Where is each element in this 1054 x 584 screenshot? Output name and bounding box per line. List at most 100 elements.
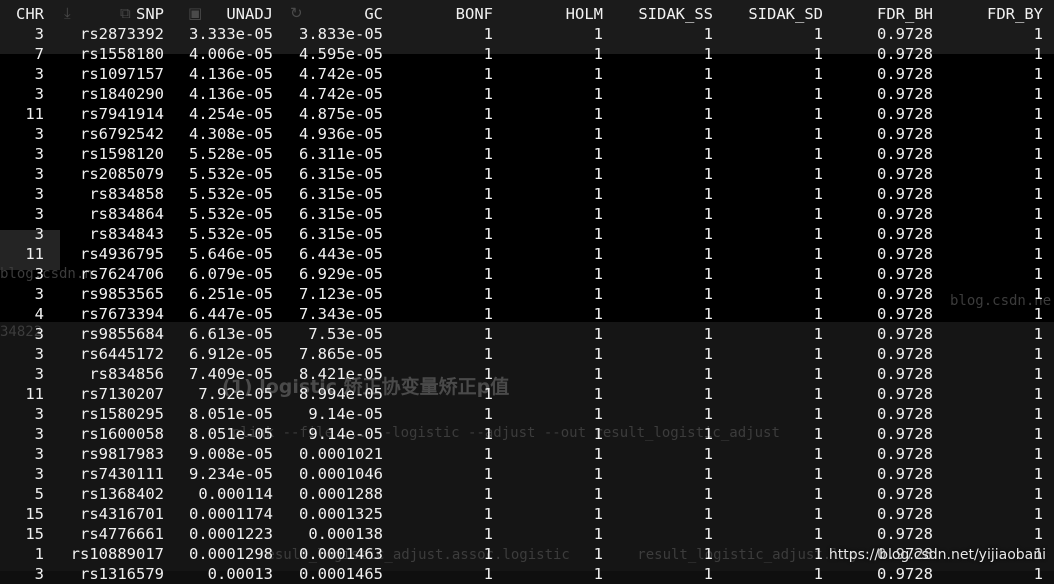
cell-fdr-by: 1 xyxy=(1033,65,1043,83)
cell-holm: 1 xyxy=(593,305,603,323)
cell-sidak-sd: 1 xyxy=(813,565,823,583)
cell-chr: 11 xyxy=(25,245,44,263)
cell-unadj: 5.532e-05 xyxy=(189,185,273,203)
table-row: 3 rs1580295 8.051e-05 9.14e-05 1 1 1 1 0.9728 1 xyxy=(0,404,1054,424)
cell-sidak-ss: 1 xyxy=(703,125,713,143)
cell-sidak-ss: 1 xyxy=(703,485,713,503)
cell-sidak-ss: 1 xyxy=(703,185,713,203)
cell-unadj: 4.136e-05 xyxy=(189,65,273,83)
cell-unadj: 6.912e-05 xyxy=(189,345,273,363)
cell-holm: 1 xyxy=(593,465,603,483)
cell-sidak-ss: 1 xyxy=(703,205,713,223)
cell-unadj: 0.000114 xyxy=(198,485,273,503)
table-row: 11 rs4936795 5.646e-05 6.443e-05 1 1 1 1 0.9728 1 xyxy=(0,244,1054,264)
cell-holm: 1 xyxy=(593,545,603,563)
cell-fdr-bh: 0.9728 xyxy=(877,225,933,243)
cell-holm: 1 xyxy=(593,505,603,523)
cell-unadj: 8.051e-05 xyxy=(189,425,273,443)
cell-unadj: 8.051e-05 xyxy=(189,405,273,423)
cell-sidak-ss: 1 xyxy=(703,65,713,83)
cell-sidak-ss: 1 xyxy=(703,545,713,563)
cell-chr: 3 xyxy=(34,445,44,463)
cell-fdr-bh: 0.9728 xyxy=(877,565,933,583)
cell-sidak-sd: 1 xyxy=(813,165,823,183)
cell-fdr-by: 1 xyxy=(1033,565,1043,583)
cell-gc: 4.936e-05 xyxy=(299,125,383,143)
cell-fdr-bh: 0.9728 xyxy=(877,245,933,263)
cell-unadj: 6.613e-05 xyxy=(189,325,273,343)
cell-holm: 1 xyxy=(593,225,603,243)
table-row: 3 rs834843 5.532e-05 6.315e-05 1 1 1 1 0.9728 1 xyxy=(0,224,1054,244)
cell-bonf: 1 xyxy=(483,65,493,83)
cell-fdr-by: 1 xyxy=(1033,205,1043,223)
cell-sidak-sd: 1 xyxy=(813,445,823,463)
cell-fdr-by: 1 xyxy=(1033,105,1043,123)
cell-fdr-bh: 0.9728 xyxy=(877,485,933,503)
cell-fdr-bh: 0.9728 xyxy=(877,445,933,463)
cell-chr: 3 xyxy=(34,345,44,363)
cell-bonf: 1 xyxy=(483,45,493,63)
cell-holm: 1 xyxy=(593,565,603,583)
cell-fdr-bh: 0.9728 xyxy=(877,405,933,423)
cell-holm: 1 xyxy=(593,105,603,123)
cell-sidak-ss: 1 xyxy=(703,445,713,463)
table-header: CHR SNP UNADJ GC BONF HOLM SIDAK_SS SIDA… xyxy=(0,4,1054,24)
cell-sidak-ss: 1 xyxy=(703,405,713,423)
cell-sidak-sd: 1 xyxy=(813,405,823,423)
cell-chr: 3 xyxy=(34,325,44,343)
terminal-output[interactable]: CHR SNP UNADJ GC BONF HOLM SIDAK_SS SIDA… xyxy=(0,4,1054,584)
cell-gc: 9.14e-05 xyxy=(308,405,383,423)
cell-chr: 3 xyxy=(34,125,44,143)
cell-bonf: 1 xyxy=(483,245,493,263)
table-row: 3 rs1316579 0.00013 0.0001465 1 1 1 1 0.9728 1 xyxy=(0,564,1054,584)
cell-gc: 0.0001288 xyxy=(299,485,383,503)
cell-holm: 1 xyxy=(593,365,603,383)
cell-snp: rs1580295 xyxy=(80,405,164,423)
cell-chr: 3 xyxy=(34,285,44,303)
cell-fdr-bh: 0.9728 xyxy=(877,145,933,163)
cell-fdr-bh: 0.9728 xyxy=(877,325,933,343)
table-row: 3 rs834858 5.532e-05 6.315e-05 1 1 1 1 0.9728 1 xyxy=(0,184,1054,204)
cell-fdr-bh: 0.9728 xyxy=(877,165,933,183)
cell-gc: 0.0001463 xyxy=(299,545,383,563)
cell-snp: rs10889017 xyxy=(70,545,164,563)
cell-fdr-by: 1 xyxy=(1033,305,1043,323)
cell-sidak-sd: 1 xyxy=(813,85,823,103)
cell-fdr-bh: 0.9728 xyxy=(877,465,933,483)
cell-gc: 4.875e-05 xyxy=(299,105,383,123)
cell-bonf: 1 xyxy=(483,125,493,143)
cell-snp: rs1316579 xyxy=(80,565,164,583)
cell-snp: rs834858 xyxy=(89,185,164,203)
cell-sidak-ss: 1 xyxy=(703,45,713,63)
cell-holm: 1 xyxy=(593,125,603,143)
watermark: https://blog.csdn.net/yijiaobani xyxy=(828,547,1046,563)
cell-unadj: 0.0001223 xyxy=(189,525,273,543)
cell-sidak-sd: 1 xyxy=(813,185,823,203)
cell-unadj: 0.0001174 xyxy=(189,505,273,523)
cell-holm: 1 xyxy=(593,265,603,283)
column-header-gc: GC xyxy=(364,5,383,23)
cell-fdr-by: 1 xyxy=(1033,145,1043,163)
cell-sidak-ss: 1 xyxy=(703,365,713,383)
cell-unadj: 0.00013 xyxy=(207,565,273,583)
cell-holm: 1 xyxy=(593,205,603,223)
cell-chr: 5 xyxy=(34,485,44,503)
cell-bonf: 1 xyxy=(483,145,493,163)
cell-fdr-bh: 0.9728 xyxy=(877,385,933,403)
cell-fdr-bh: 0.9728 xyxy=(877,265,933,283)
cell-sidak-ss: 1 xyxy=(703,345,713,363)
cell-gc: 7.123e-05 xyxy=(299,285,383,303)
cell-unadj: 4.006e-05 xyxy=(189,45,273,63)
cell-fdr-by: 1 xyxy=(1033,265,1043,283)
cell-fdr-by: 1 xyxy=(1033,465,1043,483)
cell-snp: rs4936795 xyxy=(80,245,164,263)
cell-sidak-sd: 1 xyxy=(813,225,823,243)
cell-fdr-bh: 0.9728 xyxy=(877,25,933,43)
cell-sidak-ss: 1 xyxy=(703,165,713,183)
cell-chr: 3 xyxy=(34,225,44,243)
cell-fdr-bh: 0.9728 xyxy=(877,425,933,443)
cell-snp: rs4316701 xyxy=(80,505,164,523)
cell-fdr-by: 1 xyxy=(1033,385,1043,403)
cell-unadj: 4.254e-05 xyxy=(189,105,273,123)
cell-fdr-bh: 0.9728 xyxy=(877,85,933,103)
